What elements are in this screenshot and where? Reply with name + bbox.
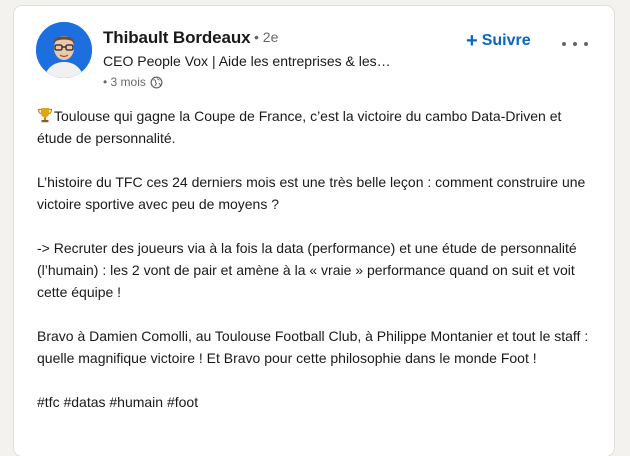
author-headline: CEO People Vox | Aide les entreprises & … [103,53,391,69]
globe-icon [150,76,163,88]
post-paragraph: -> Recruter des joueurs via à la fois la… [37,240,577,300]
more-options-icon[interactable] [562,36,588,52]
post-paragraph-text: Toulouse qui gagne la Coupe de France, c… [37,108,562,146]
more-dot [584,42,588,46]
author-avatar[interactable] [36,22,92,78]
author-name[interactable]: Thibault Bordeaux [103,28,251,48]
post-body: Toulouse qui gagne la Coupe de France, c… [37,105,597,435]
post-time: • 3 mois [103,75,146,89]
follow-button[interactable]: + Suivre [466,30,531,52]
post-paragraph: L’histoire du TFC ces 24 derniers mois e… [37,174,586,212]
trophy-icon [37,108,53,123]
post-meta: • 3 mois [103,75,163,89]
post-hashtags[interactable]: #tfc #datas #humain #foot [37,391,597,413]
post-paragraph: Bravo à Damien Comolli, au Toulouse Foot… [37,328,589,366]
more-dot [562,42,566,46]
connection-degree: • 2e [254,29,279,45]
plus-icon: + [466,30,478,52]
author-avatar-image [36,22,92,78]
more-dot [573,42,577,46]
post-card: Thibault Bordeaux • 2e CEO People Vox | … [14,6,614,456]
post-paragraph: Toulouse qui gagne la Coupe de France, c… [37,105,597,149]
follow-label: Suivre [481,32,531,49]
